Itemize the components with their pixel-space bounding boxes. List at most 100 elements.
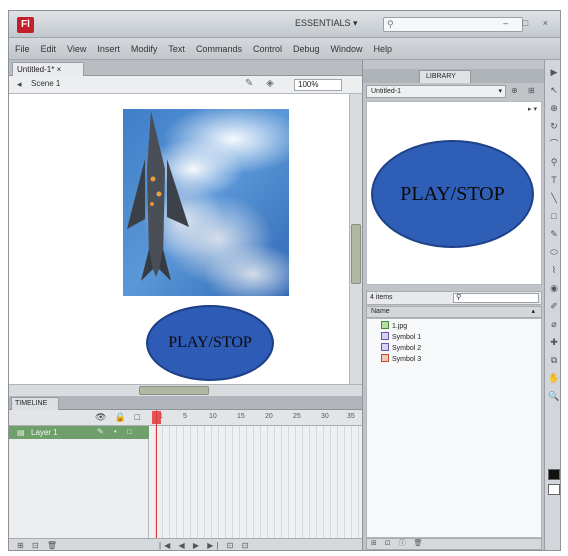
paint-bucket-tool-icon[interactable]: ✐ [548, 300, 560, 312]
library-document-select[interactable]: Untitled-1 ▾ [366, 85, 506, 98]
eyedropper-tool-icon[interactable]: ⌀ [548, 318, 560, 330]
preview-label: PLAY/STOP [400, 182, 505, 205]
3d-rotation-tool-icon[interactable]: ↻ [548, 120, 560, 132]
library-item[interactable]: 1.jpg [381, 321, 407, 332]
library-items-bar: 4 items ⚲ [366, 291, 542, 305]
bone-tool-icon[interactable]: ◉ [548, 282, 560, 294]
jet-photo[interactable] [123, 109, 289, 296]
symbol-icon [381, 332, 389, 340]
library-item-selected[interactable]: Symbol 3 [381, 354, 421, 365]
menu-edit[interactable]: Edit [41, 44, 57, 54]
document-area: Untitled-1* × ◂ Scene 1 ✎ ◈ 100% PLAY/ST… [9, 60, 362, 550]
playback-controls-icon[interactable]: |◀ ◀ ▶ ▶| ⊡ ⊡ [159, 541, 251, 550]
library-item-label: Symbol 1 [392, 334, 422, 341]
menu-commands[interactable]: Commands [196, 44, 242, 54]
line-tool-icon[interactable]: ╲ [548, 192, 560, 204]
help-search-input[interactable]: ⚲ [383, 17, 523, 32]
back-arrow-icon[interactable]: ◂ [17, 79, 22, 90]
frame-number: 5 [183, 413, 187, 420]
zoom-tool-icon[interactable]: 🔍 [548, 390, 560, 402]
rectangle-tool-icon[interactable]: □ [548, 210, 560, 222]
pencil-tool-icon[interactable]: ✎ [548, 228, 560, 240]
library-preview: ▸ ▾ PLAY/STOP [366, 101, 542, 285]
tools-panel: ▶ ↖ ⊕ ↻ ⌒ ⚲ T ╲ □ ✎ ⬭ ⌇ ◉ ✐ ⌀ ✚ ⧉ ✋ 🔍 [544, 60, 560, 550]
menu-help[interactable]: Help [374, 44, 393, 54]
tab-library[interactable]: LIBRARY [419, 70, 471, 83]
menu-modify[interactable]: Modify [131, 44, 158, 54]
library-footer[interactable]: ⊞ ⊡ ⓘ 🗑 [366, 538, 542, 550]
menu-control[interactable]: Control [253, 44, 282, 54]
stage-vertical-scrollbar[interactable] [349, 94, 362, 384]
window-controls[interactable]: – □ × [503, 18, 554, 28]
timeline-tabs: TIMELINE [9, 396, 362, 410]
chevron-down-icon: ▾ [498, 88, 502, 95]
sort-icon[interactable]: ▴ [531, 307, 535, 315]
pin-icon[interactable]: ⊕ ⊞ [511, 86, 539, 95]
frame-number: 10 [209, 413, 217, 420]
library-list-header[interactable]: Name ▴ [366, 306, 542, 318]
new-layer-icon[interactable]: ⊞ ⊡ 🗑 [17, 541, 60, 550]
app-logo: Fl [17, 17, 34, 33]
hand-tool-icon[interactable]: ✋ [548, 372, 560, 384]
scene-label[interactable]: Scene 1 [31, 79, 60, 88]
edit-bar: ◂ Scene 1 ✎ ◈ 100% [9, 76, 362, 94]
column-name[interactable]: Name [371, 308, 390, 315]
items-count: 4 items [370, 294, 393, 301]
lasso-tool-icon[interactable]: ⌒ [548, 138, 560, 150]
free-transform-tool-icon[interactable]: ⊕ [548, 102, 560, 114]
camera-tool-icon[interactable]: ⧉ [548, 354, 560, 366]
layer-visibility-lock-icons[interactable]: 👁 🔒 □ [95, 412, 143, 423]
flash-app-window: Fl ESSENTIALS ▾ ⚲ – □ × File Edit View I… [8, 10, 561, 551]
zoom-select[interactable]: 100% [294, 79, 342, 91]
menu-insert[interactable]: Insert [97, 44, 120, 54]
tab-timeline[interactable]: TIMELINE [11, 397, 59, 410]
timeline-header: 👁 🔒 □ 1 5 10 15 20 25 30 35 [9, 410, 362, 426]
menu-text[interactable]: Text [168, 44, 185, 54]
document-tab[interactable]: Untitled-1* × [12, 62, 84, 76]
pen-tool-icon[interactable]: ⚲ [548, 156, 560, 168]
menu-debug[interactable]: Debug [293, 44, 320, 54]
eraser-tool-icon[interactable]: ✚ [548, 336, 560, 348]
play-preview-icon[interactable]: ▸ ▾ [528, 105, 537, 113]
menu-view[interactable]: View [67, 44, 86, 54]
frame-number: 20 [265, 413, 273, 420]
library-item-label: Symbol 3 [392, 356, 422, 363]
library-search-input[interactable]: ⚲ [453, 293, 539, 303]
vertical-scroll-thumb[interactable] [351, 224, 361, 284]
text-tool-icon[interactable]: T [548, 174, 560, 186]
selection-tool-icon[interactable]: ▶ [548, 66, 560, 78]
frame-number: 30 [321, 413, 329, 420]
horizontal-scroll-thumb[interactable] [139, 386, 209, 395]
layer-row[interactable]: ▤ Layer 1 ✎ • □ [9, 426, 149, 439]
stroke-color-swatch[interactable] [548, 469, 560, 480]
menu-window[interactable]: Window [331, 44, 363, 54]
subselection-tool-icon[interactable]: ↖ [548, 84, 560, 96]
workspace-switcher[interactable]: ESSENTIALS ▾ [295, 18, 358, 29]
layer-name[interactable]: Layer 1 [31, 428, 58, 437]
frame-number: 25 [293, 413, 301, 420]
library-item[interactable]: Symbol 2 [381, 343, 421, 354]
frames-grid[interactable] [149, 426, 362, 538]
menu-file[interactable]: File [15, 44, 30, 54]
pencil-icon[interactable]: ✎ • □ [97, 427, 136, 436]
deco-tool-icon[interactable]: ⌇ [548, 264, 560, 276]
playhead[interactable] [156, 410, 157, 538]
stage-horizontal-scrollbar[interactable] [9, 384, 362, 396]
library-item-label: Symbol 2 [392, 345, 422, 352]
symbol-icon [381, 343, 389, 351]
play-stop-button[interactable]: PLAY/STOP [146, 305, 274, 381]
edit-symbols-icon[interactable]: ✎ ◈ [245, 78, 279, 89]
library-list: 1.jpg Symbol 1 Symbol 2 Symbol 3 [366, 318, 542, 538]
library-item-label: 1.jpg [392, 323, 408, 330]
search-icon: ⚲ [387, 19, 394, 29]
right-panel: LIBRARY Untitled-1 ▾ ⊕ ⊞ ▸ ▾ PLAY/STOP 4… [362, 60, 544, 550]
library-item[interactable]: Symbol 1 [381, 332, 421, 343]
fill-color-swatch[interactable] [548, 484, 560, 495]
frame-number: 15 [237, 413, 245, 420]
play-stop-label: PLAY/STOP [168, 334, 252, 351]
timeline-panel: TIMELINE 👁 🔒 □ 1 5 10 15 20 25 30 35 ▤ L… [9, 396, 362, 550]
stage[interactable]: PLAY/STOP [9, 94, 349, 384]
brush-tool-icon[interactable]: ⬭ [548, 246, 560, 258]
timeline-footer: ⊞ ⊡ 🗑 |◀ ◀ ▶ ▶| ⊡ ⊡ [9, 538, 362, 550]
frame-number: 35 [347, 413, 355, 420]
